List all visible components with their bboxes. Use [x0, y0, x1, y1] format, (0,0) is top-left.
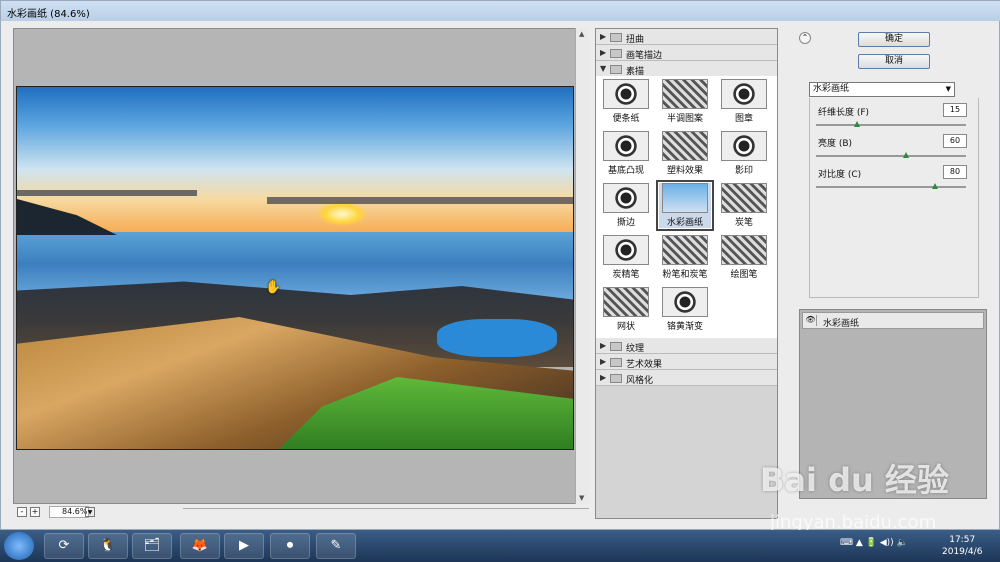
thumb-plaster[interactable]: 塑料效果 — [659, 131, 711, 176]
zoom-out-button[interactable]: - — [17, 507, 27, 517]
folder-icon — [610, 342, 622, 351]
thumb-stamp[interactable]: 图章 — [718, 79, 770, 124]
category-sketch[interactable]: ▼ 素描 — [596, 61, 777, 77]
folder-icon — [610, 374, 622, 383]
app-refresh-icon[interactable]: ⟳ — [44, 533, 84, 559]
slider-knob[interactable] — [854, 121, 860, 127]
contrast-input[interactable]: 80 — [943, 165, 967, 179]
preview-horizontal-scrollbar[interactable] — [183, 508, 589, 516]
cancel-button[interactable]: 取消 — [858, 54, 930, 69]
thumbnail-image — [603, 183, 649, 213]
thumb-charcoal[interactable]: 炭笔 — [718, 183, 770, 228]
thumbnail-image — [603, 235, 649, 265]
thumbnail-image — [721, 79, 767, 109]
category-stylize[interactable]: ▶ 风格化 — [596, 370, 777, 386]
filter-gallery: ▶ 扭曲 ▶ 画笔描边 ▼ 素描 便条纸 半调图案 图章 基底凸现 塑料效果 影… — [595, 28, 778, 519]
thumbnail-image — [603, 287, 649, 317]
thumb-bas-relief[interactable]: 基底凸现 — [600, 131, 652, 176]
app-photoshop-icon[interactable]: ✎ — [316, 533, 356, 559]
filter-params: 纤维长度 (F) 15 亮度 (B) 60 对比度 (C) 80 — [809, 98, 979, 298]
category-distort[interactable]: ▶ 扭曲 — [596, 29, 777, 45]
thumb-conte-crayon[interactable]: 炭精笔 — [600, 235, 652, 280]
brightness-label: 亮度 (B) — [818, 139, 853, 149]
contrast-label: 对比度 (C) — [818, 170, 862, 180]
title-bar: 水彩画纸 (84.6%) — [1, 1, 1000, 21]
thumbnail-image — [662, 235, 708, 265]
zoom-dropdown-icon[interactable]: ▼ — [85, 507, 95, 517]
collapse-arrow-icon: ▼ — [600, 64, 607, 73]
zoom-in-button[interactable]: + — [30, 507, 40, 517]
cloud-band — [267, 197, 573, 204]
thumb-reticulation[interactable]: 网状 — [600, 287, 652, 332]
preview-image[interactable]: ✋ — [16, 86, 574, 450]
thumbnail-image — [662, 79, 708, 109]
zoom-bar: - + 84.6% ▼ — [13, 505, 589, 519]
sky — [17, 87, 573, 237]
thumbnail-image — [603, 131, 649, 161]
thumbnail-image — [662, 287, 708, 317]
tide-pool — [437, 319, 557, 357]
zoom-value[interactable]: 84.6% — [49, 506, 89, 518]
eye-icon[interactable]: 👁 — [805, 315, 817, 326]
expand-arrow-icon: ▶ — [600, 48, 607, 57]
clock[interactable]: 17:57 2019/4/6 — [942, 534, 982, 558]
thumb-torn-edges[interactable]: 撕边 — [600, 183, 652, 228]
expand-arrow-icon: ▶ — [600, 357, 607, 366]
scroll-up-icon[interactable]: ▲ — [579, 30, 584, 38]
app-video-icon[interactable]: ▶ — [224, 533, 264, 559]
expand-arrow-icon: ▶ — [600, 373, 607, 382]
app-qq-icon[interactable]: 🐧 — [88, 533, 128, 559]
folder-icon — [610, 49, 622, 58]
category-artistic[interactable]: ▶ 艺术效果 — [596, 354, 777, 370]
app-record-icon[interactable]: ⏺ — [270, 533, 310, 559]
category-texture[interactable]: ▶ 纹理 — [596, 338, 777, 354]
thumbnail-image — [662, 183, 708, 213]
ok-button[interactable]: 确定 — [858, 32, 930, 47]
fiber-length-label: 纤维长度 (F) — [818, 108, 870, 118]
filter-gallery-window: 水彩画纸 (84.6%) ▲ ▼ ✋ - + 84.6% ▼ ▶ 扭曲 ▶ 画笔… — [0, 0, 1000, 530]
thumbnail-image — [662, 131, 708, 161]
brightness-slider[interactable] — [816, 152, 966, 158]
start-button[interactable] — [4, 532, 34, 560]
chevron-down-icon: ▼ — [945, 85, 951, 93]
expand-arrow-icon: ▶ — [600, 32, 607, 41]
thumb-water-paper[interactable]: 水彩画纸 — [656, 180, 714, 231]
contrast-slider[interactable] — [816, 183, 966, 189]
thumbnail-image — [721, 131, 767, 161]
fiber-length-slider[interactable] — [816, 121, 966, 127]
thumb-halftone[interactable]: 半调图案 — [659, 79, 711, 124]
slider-knob[interactable] — [932, 183, 938, 189]
folder-icon — [610, 33, 622, 42]
hand-cursor-icon: ✋ — [265, 280, 282, 295]
thumb-note-paper[interactable]: 便条纸 — [600, 79, 652, 124]
sketch-thumbnails: 便条纸 半调图案 图章 基底凸现 塑料效果 影印 撕边 水彩画纸 炭笔 炭精笔 … — [596, 76, 777, 338]
system-tray[interactable]: ⌨ ▲ 🔋 ◀)) 🔈 — [840, 538, 908, 548]
preview-vertical-scrollbar[interactable]: ▲ ▼ — [575, 28, 589, 504]
taskbar: ⟳ 🐧 🗂 🦊 ▶ ⏺ ✎ ⌨ ▲ 🔋 ◀)) 🔈 17:57 2019/4/6 — [0, 530, 1000, 562]
expand-arrow-icon: ▶ — [600, 341, 607, 350]
thumbnail-image — [721, 183, 767, 213]
collapse-gallery-icon[interactable]: ⌃ — [799, 32, 811, 44]
scroll-down-icon[interactable]: ▼ — [579, 494, 584, 502]
app-firefox-icon[interactable]: 🦊 — [180, 533, 220, 559]
folder-icon — [610, 65, 622, 74]
thumb-chrome[interactable]: 铬黄渐变 — [659, 287, 711, 332]
thumbnail-image — [721, 235, 767, 265]
sun — [317, 202, 367, 226]
fiber-length-input[interactable]: 15 — [943, 103, 967, 117]
category-brush-strokes[interactable]: ▶ 画笔描边 — [596, 45, 777, 61]
watermark-logo: Bai du 经验 — [760, 461, 949, 499]
thumb-photocopy[interactable]: 影印 — [718, 131, 770, 176]
brightness-input[interactable]: 60 — [943, 134, 967, 148]
folder-icon — [610, 358, 622, 367]
effect-layer[interactable]: 👁 水彩画纸 — [802, 312, 984, 329]
app-explorer-icon[interactable]: 🗂 — [132, 533, 172, 559]
thumb-chalk-charcoal[interactable]: 粉笔和炭笔 — [659, 235, 711, 280]
cloud-band — [17, 190, 197, 196]
filter-select[interactable]: 水彩画纸 ▼ — [809, 82, 955, 97]
thumb-graphic-pen[interactable]: 绘图笔 — [718, 235, 770, 280]
thumbnail-image — [603, 79, 649, 109]
slider-knob[interactable] — [903, 152, 909, 158]
window-title: 水彩画纸 (84.6%) — [7, 9, 90, 20]
